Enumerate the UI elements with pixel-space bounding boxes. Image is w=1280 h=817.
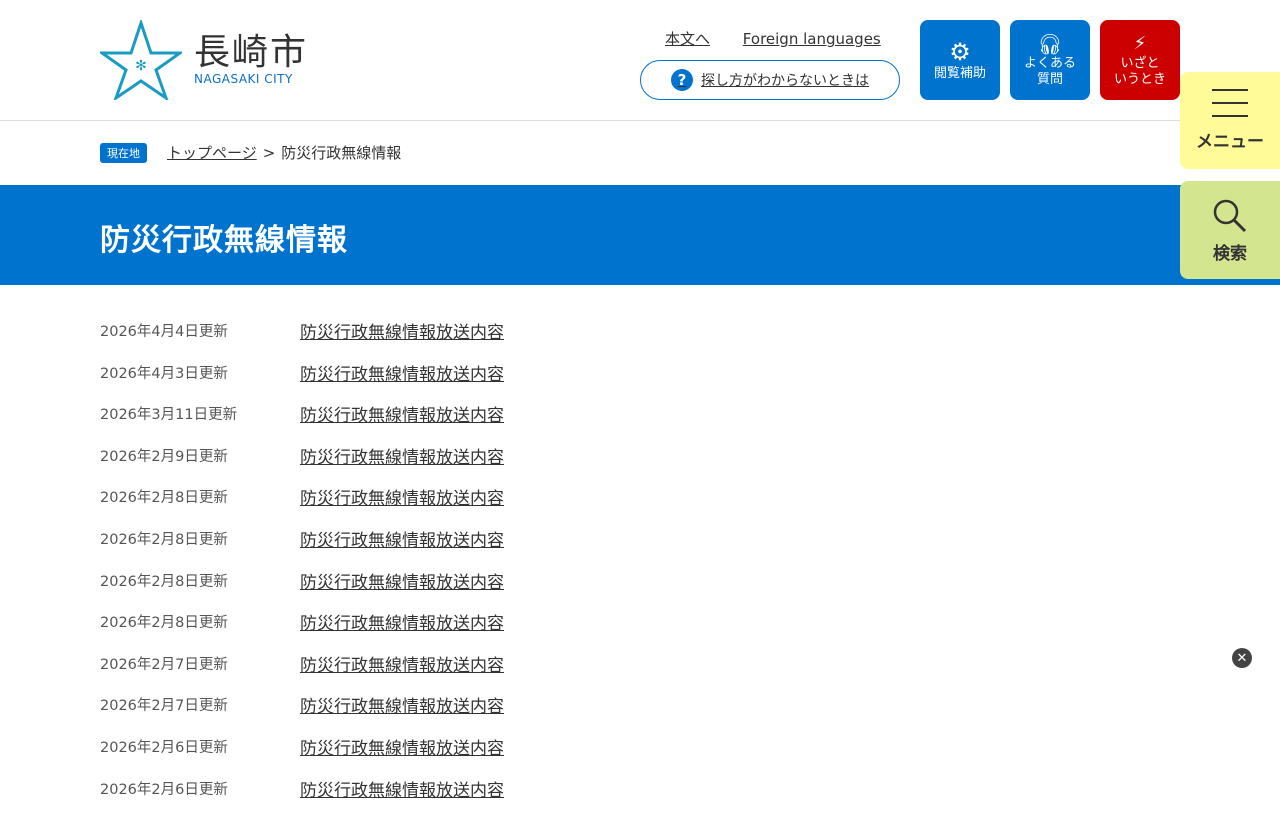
update-date: 2026年2月8日更新 (100, 490, 228, 507)
search-button[interactable]: 検索 (1180, 181, 1280, 279)
list-item: 2026年2月8日更新 防災行政無線情報放送内容 (100, 484, 504, 526)
list-item: 2026年4月3日更新 防災行政無線情報放送内容 (100, 360, 504, 402)
update-date: 2026年3月11日更新 (100, 407, 238, 424)
item-link[interactable]: 防災行政無線情報放送内容 (300, 568, 504, 593)
list-item: 2026年3月11日更新 防災行政無線情報放送内容 (100, 401, 504, 443)
update-date: 2026年2月6日更新 (100, 739, 228, 756)
search-help-button[interactable]: ? 探し方がわからないときは (640, 60, 900, 100)
update-date: 2026年2月7日更新 (100, 698, 228, 715)
search-label: 検索 (1213, 243, 1247, 264)
headset-icon: 🎧︎ (1037, 32, 1063, 56)
breadcrumb-home-link[interactable]: トップページ (167, 142, 257, 163)
foreign-languages-link[interactable]: Foreign languages (743, 30, 881, 48)
current-location-badge: 現在地 (100, 142, 147, 163)
update-date: 2026年2月6日更新 (100, 781, 228, 798)
breadcrumb-current: 防災行政無線情報 (281, 144, 402, 162)
list-item: 2026年2月8日更新 防災行政無線情報放送内容 (100, 568, 504, 610)
list-item: 2026年2月7日更新 防災行政無線情報放送内容 (100, 692, 504, 734)
button-label: 質問 (1036, 72, 1063, 87)
update-date: 2026年2月9日更新 (100, 448, 228, 465)
hamburger-icon (1212, 89, 1248, 117)
site-logo[interactable]: ✻ 長崎市 NAGASAKI CITY (100, 20, 308, 100)
help-label: 探し方がわからないときは (701, 73, 869, 89)
update-date: 2026年2月7日更新 (100, 656, 228, 673)
skip-to-content-link[interactable]: 本文へ (665, 30, 710, 48)
item-link[interactable]: 防災行政無線情報放送内容 (300, 609, 504, 634)
list-item: 2026年2月8日更新 防災行政無線情報放送内容 (100, 526, 504, 568)
list-item: 2026年2月6日更新 防災行政無線情報放送内容 (100, 734, 504, 776)
menu-button[interactable]: メニュー (1180, 72, 1280, 169)
list-item: 2026年2月9日更新 防災行政無線情報放送内容 (100, 443, 504, 485)
site-header: ✻ 長崎市 NAGASAKI CITY 本文へ Foreign language… (0, 0, 1280, 121)
button-label: よくある (1023, 56, 1076, 71)
breadcrumb-separator: > (262, 143, 276, 162)
button-label: 閲覧補助 (933, 66, 986, 81)
list-item: 2026年2月8日更新 防災行政無線情報放送内容 (100, 609, 504, 651)
emergency-button[interactable]: ⚡ いざと いうとき (1100, 20, 1180, 100)
item-link[interactable]: 防災行政無線情報放送内容 (300, 526, 504, 551)
close-icon[interactable]: ✕ (1232, 648, 1252, 668)
list-item: 2026年2月6日更新 防災行政無線情報放送内容 (100, 776, 504, 817)
button-label: いうとき (1113, 72, 1166, 87)
page-title: 防災行政無線情報 (100, 223, 348, 258)
gear-icon: ⚙ (949, 38, 971, 66)
faq-button[interactable]: 🎧︎ よくある 質問 (1010, 20, 1090, 100)
update-date: 2026年2月8日更新 (100, 573, 228, 590)
item-link[interactable]: 防災行政無線情報放送内容 (300, 360, 504, 385)
star-emblem-icon: ✻ (100, 20, 182, 100)
logo-subtitle: NAGASAKI CITY (194, 72, 293, 86)
item-link[interactable]: 防災行政無線情報放送内容 (300, 734, 504, 759)
item-link[interactable]: 防災行政無線情報放送内容 (300, 401, 504, 426)
item-link[interactable]: 防災行政無線情報放送内容 (300, 651, 504, 676)
svg-text:✻: ✻ (135, 58, 147, 74)
item-link[interactable]: 防災行政無線情報放送内容 (300, 484, 504, 509)
accessibility-button[interactable]: ⚙ 閲覧補助 (920, 20, 1000, 100)
item-link[interactable]: 防災行政無線情報放送内容 (300, 776, 504, 801)
update-date: 2026年4月4日更新 (100, 324, 228, 340)
update-list: 2026年4月4日更新 防災行政無線情報放送内容 2026年4月3日更新 防災行政無線… (100, 318, 504, 817)
update-date: 2026年2月8日更新 (100, 531, 228, 548)
menu-label: メニュー (1196, 132, 1264, 152)
title-banner: 防災行政無線情報 (0, 185, 1280, 285)
item-link[interactable]: 防災行政無線情報放送内容 (300, 443, 504, 468)
item-link[interactable]: 防災行政無線情報放送内容 (300, 318, 504, 343)
update-date: 2026年4月3日更新 (100, 365, 228, 382)
list-item: 2026年2月7日更新 防災行政無線情報放送内容 (100, 651, 504, 693)
search-icon (1213, 199, 1247, 232)
alarm-light-icon: ⚡ (1133, 33, 1147, 54)
breadcrumb: 現在地 トップページ > 防災行政無線情報 (100, 142, 401, 163)
question-icon: ? (671, 69, 693, 91)
update-date: 2026年2月8日更新 (100, 615, 228, 632)
item-link[interactable]: 防災行政無線情報放送内容 (300, 692, 504, 717)
button-label: いざと (1120, 56, 1160, 71)
list-item: 2026年4月4日更新 防災行政無線情報放送内容 (100, 318, 504, 360)
logo-title: 長崎市 (194, 32, 309, 73)
